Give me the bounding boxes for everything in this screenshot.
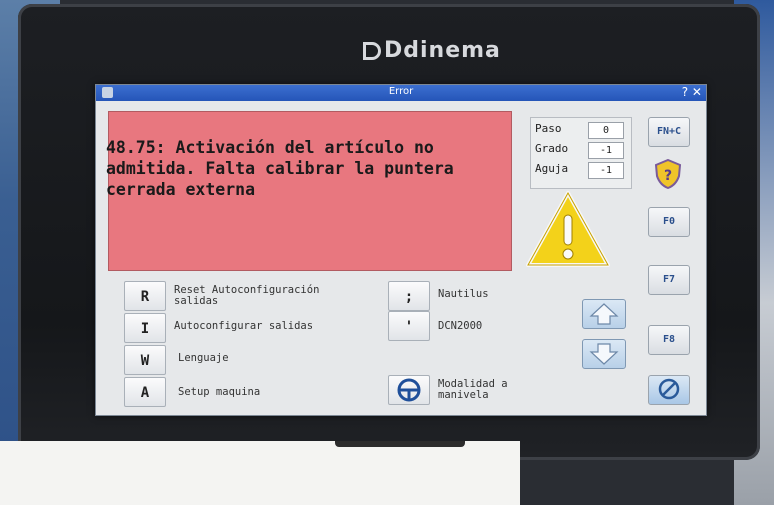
key-r-button[interactable]: R (124, 281, 166, 311)
info-row-aguja: Aguja -1 (535, 162, 627, 179)
arrow-up-icon (589, 303, 619, 325)
key-i-button[interactable]: I (124, 313, 166, 343)
key-quote-button[interactable]: ' (388, 311, 430, 341)
info-row-grado: Grado -1 (535, 142, 627, 159)
arrow-down-icon (589, 343, 619, 365)
info-label: Aguja (535, 162, 569, 175)
help-shield-icon[interactable]: ? (654, 159, 682, 189)
info-label: Grado (535, 142, 569, 155)
info-label: Paso (535, 122, 562, 135)
window-controls[interactable]: ? ✕ (682, 85, 702, 99)
autoconfigurar-label: Autoconfigurar salidas (174, 320, 314, 332)
key-semicolon-button[interactable]: ; (388, 281, 430, 311)
f8-button[interactable]: F8 (648, 325, 690, 355)
no-entry-icon (658, 378, 680, 400)
info-value: 0 (588, 122, 624, 139)
f7-button[interactable]: F7 (648, 265, 690, 295)
error-dialog: Error ? ✕ 48.75: Activación del artículo… (95, 84, 707, 416)
svg-text:?: ? (664, 168, 672, 184)
steering-wheel-icon (397, 378, 421, 401)
warning-triangle-icon (526, 191, 610, 267)
key-w-button[interactable]: W (124, 345, 166, 375)
setup-maquina-label: Setup maquina (178, 386, 261, 398)
f0-button[interactable]: F0 (648, 207, 690, 237)
brand-logo: Ddinema (363, 38, 501, 63)
info-value: -1 (588, 142, 624, 159)
info-value: -1 (588, 162, 624, 179)
reset-autoconfig-label: Reset Autoconfiguración salidas (174, 284, 320, 307)
info-panel: Paso 0 Grado -1 Aguja -1 (530, 117, 632, 189)
dcn2000-label: DCN2000 (438, 320, 483, 332)
title-bar: Error ? ✕ (96, 85, 706, 101)
foreground-paper (0, 441, 520, 505)
fnc-button[interactable]: FN+C (648, 117, 690, 147)
arrow-down-button[interactable] (582, 339, 626, 369)
window-title: Error (388, 86, 414, 97)
steering-button[interactable] (388, 375, 430, 405)
error-message: 48.75: Activación del artículo no admiti… (106, 138, 454, 199)
cancel-button[interactable] (648, 375, 690, 405)
nautilus-label: Nautilus (438, 288, 489, 300)
arrow-up-button[interactable] (582, 299, 626, 329)
brand-text: Ddinema (384, 38, 501, 63)
info-row-paso: Paso 0 (535, 122, 627, 139)
key-a-button[interactable]: A (124, 377, 166, 407)
lenguaje-label: Lenguaje (178, 352, 229, 364)
modalidad-manivela-label: Modalidad a manivela (438, 378, 508, 401)
